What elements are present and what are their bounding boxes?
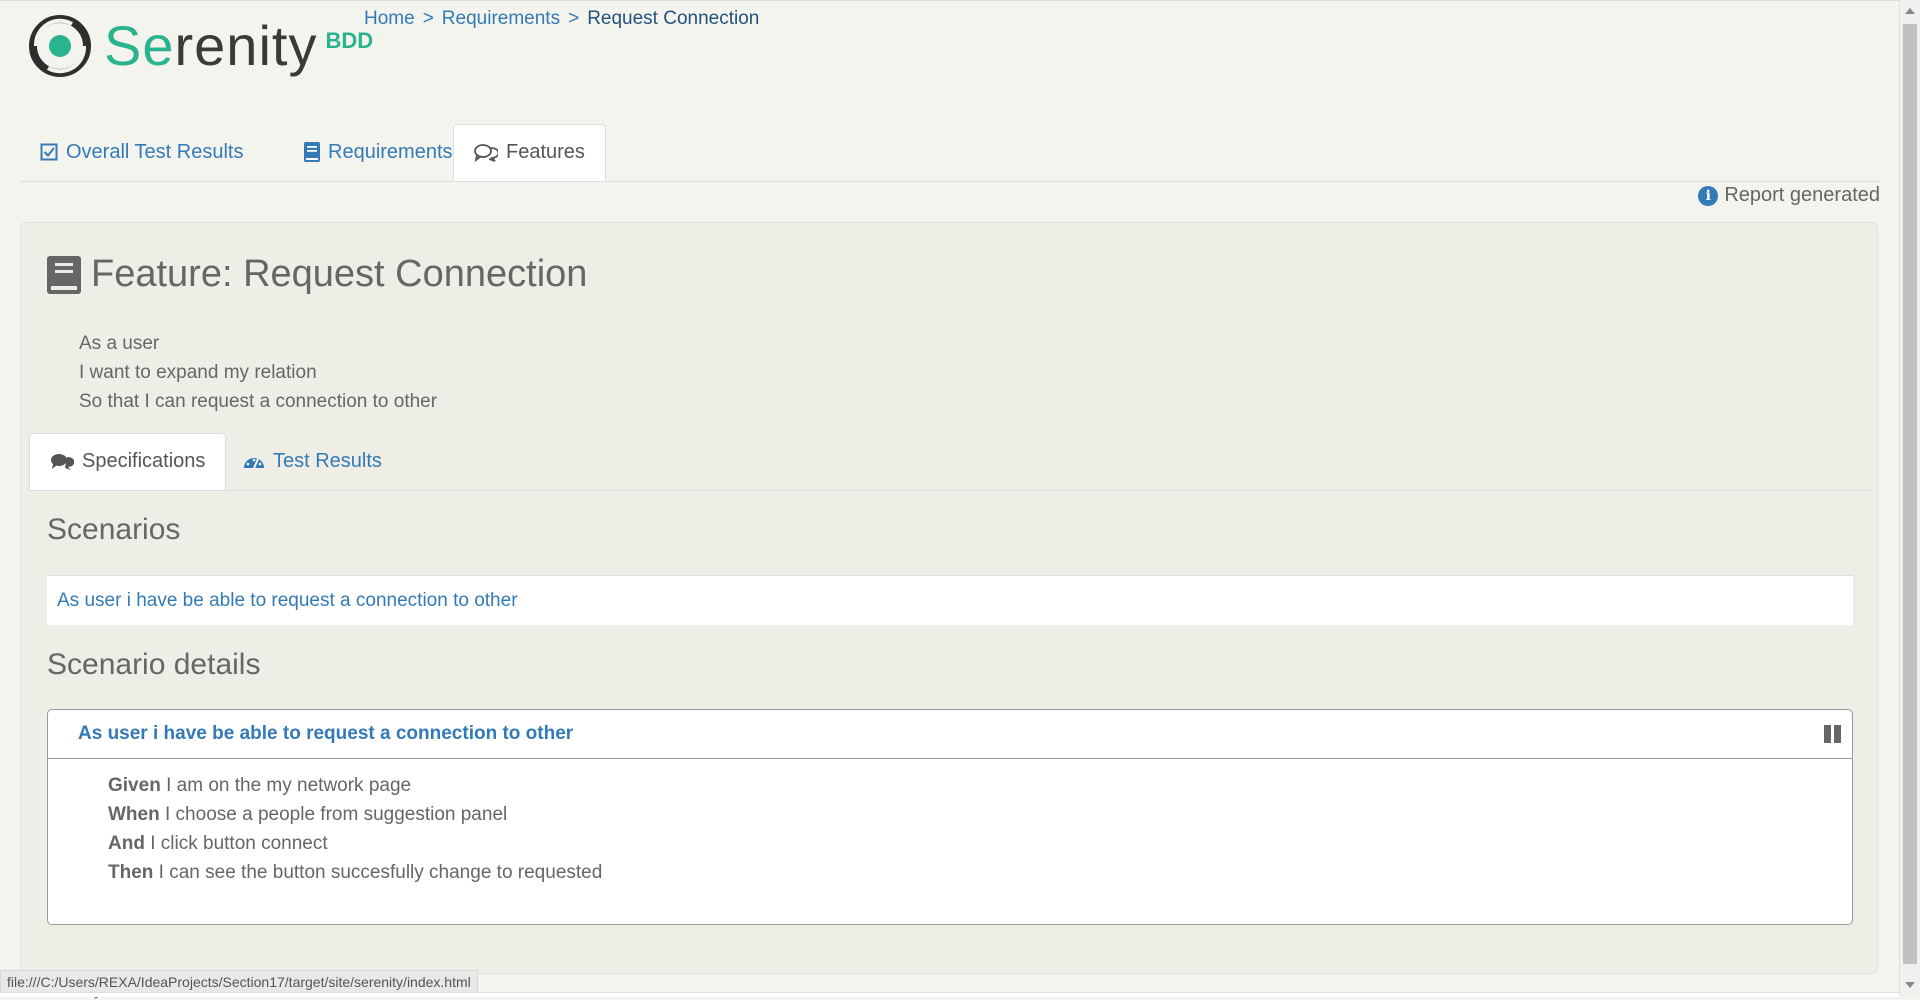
tab-requirements[interactable]: Requirements — [284, 124, 473, 180]
tab-specifications-label: Specifications — [82, 450, 206, 472]
book-icon — [304, 142, 320, 162]
scenario-details-header: As user i have be able to request a conn… — [48, 710, 1852, 759]
dashboard-icon — [243, 452, 265, 470]
step-keyword: And — [108, 833, 145, 854]
report-generated-label: Report generated — [1724, 184, 1880, 206]
feature-panel: Feature: Request Connection As a user I … — [20, 222, 1878, 974]
step-keyword: Given — [108, 775, 161, 796]
step-text: I am on the my network page — [166, 775, 412, 796]
narrative-line: As a user — [79, 333, 160, 354]
scenario-details-heading: Scenario details — [47, 648, 261, 681]
serenity-logo[interactable]: Serenity BDD — [26, 12, 373, 80]
scenario-details-box: As user i have be able to request a conn… — [47, 709, 1853, 925]
feature-narrative: As a user I want to expand my relation S… — [79, 329, 437, 416]
serenity-logo-icon — [29, 15, 91, 77]
checkbox-icon — [40, 143, 58, 161]
info-icon: i — [1698, 185, 1719, 206]
tab-overall-test-results[interactable]: Overall Test Results — [20, 124, 263, 180]
brand-name: Serenity — [104, 14, 318, 77]
main-tabs: Overall Test Results Requirements Featur… — [20, 124, 1880, 182]
bottom-border — [0, 992, 1900, 997]
scroll-down-icon[interactable] — [1905, 982, 1915, 988]
scroll-up-icon[interactable] — [1905, 8, 1915, 14]
book-icon — [47, 255, 81, 294]
tab-requirements-label: Requirements — [328, 140, 453, 163]
narrative-line: I want to expand my relation — [79, 362, 317, 383]
step-keyword: When — [108, 804, 160, 825]
step-text: I can see the button succesfully change … — [158, 862, 603, 883]
comments-icon — [474, 143, 498, 163]
vertical-scrollbar[interactable] — [1899, 0, 1920, 996]
breadcrumb-separator: > — [422, 8, 434, 29]
report-generated[interactable]: i Report generated — [1698, 184, 1880, 207]
breadcrumb-home[interactable]: Home — [364, 8, 415, 29]
tab-test-results[interactable]: Test Results — [223, 433, 402, 489]
scrollbar-thumb[interactable] — [1903, 24, 1917, 964]
browser-status-bar: file:///C:/Users/REXA/IdeaProjects/Secti… — [0, 970, 478, 994]
step-row: And I click button connect — [108, 829, 1852, 858]
breadcrumb-requirements[interactable]: Requirements — [442, 8, 560, 29]
tab-features[interactable]: Features — [453, 124, 606, 181]
tab-test-results-label: Test Results — [273, 449, 382, 472]
brand-suffix: BDD — [325, 28, 374, 53]
feature-title-text: Feature: Request Connection — [91, 253, 588, 295]
step-text: I click button connect — [150, 833, 328, 854]
tab-specifications[interactable]: Specifications — [29, 433, 227, 490]
step-keyword: Then — [108, 862, 154, 883]
scenario-link[interactable]: As user i have be able to request a conn… — [47, 575, 1853, 625]
feature-title: Feature: Request Connection — [47, 253, 587, 296]
top-border — [0, 0, 1900, 5]
step-row: When I choose a people from suggestion p… — [108, 800, 1852, 829]
scenario-steps: Given I am on the my network page When I… — [48, 759, 1852, 887]
breadcrumb-current[interactable]: Request Connection — [587, 8, 759, 29]
breadcrumb-separator: > — [568, 8, 580, 29]
sub-tabs: Specifications Test Results — [29, 433, 1871, 491]
narrative-line: So that I can request a connection to ot… — [79, 391, 438, 412]
tab-overall-label: Overall Test Results — [66, 140, 244, 163]
tab-features-label: Features — [506, 141, 585, 163]
scenarios-heading: Scenarios — [47, 513, 181, 546]
step-row: Then I can see the button succesfully ch… — [108, 858, 1852, 887]
pending-pause-icon — [1824, 725, 1842, 743]
scenario-title[interactable]: As user i have be able to request a conn… — [78, 723, 573, 745]
step-row: Given I am on the my network page — [108, 771, 1852, 800]
step-text: I choose a people from suggestion panel — [165, 804, 508, 825]
comments-icon — [50, 452, 74, 472]
breadcrumb: Home > Requirements > Request Connection — [364, 8, 759, 30]
